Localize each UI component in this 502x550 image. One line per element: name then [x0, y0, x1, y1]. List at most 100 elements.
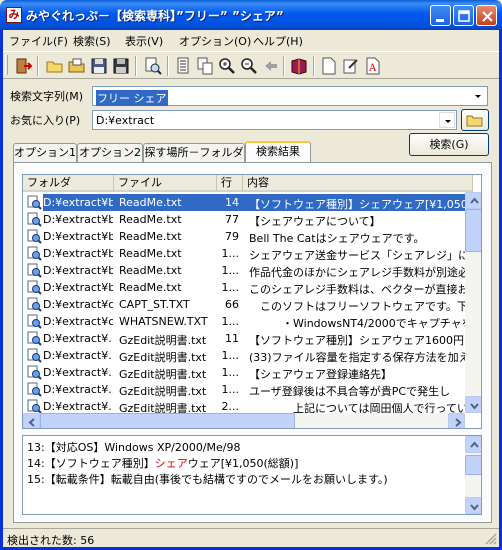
column-header-file[interactable]: ファイル: [114, 175, 217, 192]
open-file-icon[interactable]: [67, 56, 87, 76]
find-result-icon: [27, 365, 42, 380]
search-combobox[interactable]: フリー シェア: [92, 86, 488, 106]
search-button[interactable]: 検索(G): [409, 133, 489, 156]
pdf-icon[interactable]: A: [363, 56, 383, 76]
menu-search[interactable]: 検索(S): [73, 33, 111, 49]
book-icon[interactable]: [289, 56, 309, 76]
new-document-icon[interactable]: [319, 56, 339, 76]
scroll-thumb[interactable]: [465, 209, 481, 252]
exit-icon[interactable]: [13, 56, 33, 76]
back-arrow-icon[interactable]: [261, 56, 281, 76]
cell-folder: D:¥extract¥...: [43, 349, 113, 362]
cell-line: 14: [225, 196, 239, 209]
result-row[interactable]: D:¥extract¥... GzEdit説明書.txt 11 【ソフトウェア種別】シ…: [23, 330, 479, 347]
close-button[interactable]: [476, 5, 497, 26]
find-result-icon: [27, 382, 42, 397]
find-result-icon: [27, 280, 42, 295]
tab-search-results[interactable]: 検索結果: [245, 141, 311, 163]
cell-file: GzEdit説明書.txt: [119, 351, 207, 364]
toolbar-separator: [283, 56, 285, 76]
miyagrep-app-icon[interactable]: み: [6, 7, 22, 23]
result-row[interactable]: D:¥extract¥... GzEdit説明書.txt 1... 【シェアウェア登録…: [23, 364, 475, 381]
cell-file: GzEdit説明書.txt: [119, 385, 207, 398]
scroll-down-button[interactable]: [465, 396, 481, 413]
folder-icon: [466, 115, 483, 127]
tab-option2[interactable]: オプション2: [77, 143, 143, 163]
toolbar-grip[interactable]: [5, 55, 8, 75]
cell-content: このソフトはフリーソフトウェアです。下記のコン: [259, 300, 479, 313]
result-row[interactable]: D:¥extract¥b... ReadMe.txt 14 【ソフトウェア種別】シェア…: [23, 194, 479, 211]
tab-option1[interactable]: オプション1: [13, 143, 77, 163]
find-result-icon: [27, 229, 42, 244]
column-header-content[interactable]: 内容: [243, 175, 473, 192]
result-row[interactable]: D:¥extract¥b... ReadMe.txt 1... シェアウェア送金サービ…: [23, 245, 479, 262]
open-folder-icon[interactable]: [45, 56, 65, 76]
cell-folder: D:¥extract¥...: [43, 332, 113, 345]
scroll-right-button[interactable]: [448, 413, 465, 428]
minimize-button[interactable]: [430, 5, 451, 26]
results-listview[interactable]: フォルダ ファイル 行 内容 D:¥extract¥b... ReadMe.txt…: [22, 174, 482, 429]
browse-folder-button[interactable]: [461, 109, 489, 131]
preview-pane[interactable]: 13:【対応OS】Windows XP/2000/Me/98 14:【ソフトウェ…: [22, 435, 482, 515]
menu-help[interactable]: ヘルプ(H): [253, 33, 303, 49]
resize-grip-icon[interactable]: [484, 532, 497, 545]
find-result-icon: [27, 212, 42, 227]
favorites-combobox[interactable]: D:¥extract: [92, 110, 457, 130]
toolbar-separator: [37, 56, 39, 76]
cell-line: 79: [225, 230, 239, 243]
zoom-in-icon[interactable]: [217, 56, 237, 76]
cell-content: (33)ファイル容量を指定する保存方法を加え: [249, 351, 470, 364]
results-horizontal-scrollbar[interactable]: [23, 413, 465, 428]
result-row[interactable]: D:¥extract¥b... ReadMe.txt 79 Bell The Catは…: [23, 228, 475, 245]
scroll-up-button[interactable]: [465, 436, 481, 453]
results-vertical-scrollbar[interactable]: [465, 192, 481, 413]
edit-icon[interactable]: [341, 56, 361, 76]
maximize-button[interactable]: [453, 5, 474, 26]
result-row[interactable]: D:¥extract¥... GzEdit説明書.txt 1... ユーザ登録後は不具…: [23, 381, 475, 398]
result-row[interactable]: D:¥extract¥c... WHATSNEW.TXT 1... ・Windows…: [23, 313, 479, 330]
result-row[interactable]: D:¥extract¥... GzEdit説明書.txt 1... (33)ファイル容…: [23, 347, 475, 364]
zoom-out-icon[interactable]: [239, 56, 259, 76]
copy-list-icon[interactable]: [173, 56, 193, 76]
column-header-line[interactable]: 行: [217, 175, 243, 192]
cell-folder: D:¥extract¥...: [43, 366, 113, 379]
status-bar: 検出された数: 56: [3, 528, 499, 547]
cell-file: ReadMe.txt: [119, 196, 182, 209]
copy-icon[interactable]: [195, 56, 215, 76]
cell-file: ReadMe.txt: [119, 230, 182, 243]
search-input[interactable]: フリー シェア: [96, 90, 168, 106]
result-row[interactable]: D:¥extract¥b... ReadMe.txt 1... このシェアレジ手数料は…: [23, 279, 479, 296]
scroll-down-button[interactable]: [465, 497, 481, 514]
menu-options[interactable]: オプション(O): [179, 33, 251, 49]
column-header-folder[interactable]: フォルダ: [23, 175, 114, 192]
result-row[interactable]: D:¥extract¥b... ReadMe.txt 77 【シェアウェアについて】: [23, 211, 475, 228]
cell-content: ・WindowsNT4/2000でキャプチャを行うと: [281, 317, 479, 330]
cell-folder: D:¥extract¥...: [43, 383, 113, 396]
cell-file: ReadMe.txt: [119, 281, 182, 294]
menu-view[interactable]: 表示(V): [125, 33, 163, 49]
cell-folder: D:¥extract¥c...: [43, 315, 113, 328]
scroll-up-button[interactable]: [465, 192, 481, 209]
cell-content: 【ソフトウェア種別】シェアウェア[¥1,050(総額)]: [249, 198, 479, 211]
favorites-dropdown-button[interactable]: [439, 112, 455, 128]
result-row[interactable]: D:¥extract¥b... ReadMe.txt 1... 作品代金のほかにシェア…: [23, 262, 475, 279]
cell-folder: D:¥extract¥b...: [43, 281, 113, 294]
tab-search-location[interactable]: 探す場所－フォルダ: [143, 143, 245, 163]
tab-strip: オプション1 オプション2 探す場所－フォルダ 検索結果: [13, 141, 311, 163]
save-icon[interactable]: [89, 56, 109, 76]
favorites-input[interactable]: D:¥extract: [96, 114, 154, 127]
cell-content: 【シェアウェアについて】: [249, 215, 381, 228]
scroll-left-button[interactable]: [23, 413, 40, 428]
find-icon[interactable]: [143, 56, 163, 76]
save-as-icon[interactable]: [111, 56, 131, 76]
menu-file[interactable]: ファイル(F): [9, 33, 68, 49]
scroll-thumb[interactable]: [465, 455, 481, 475]
search-dropdown-button[interactable]: [470, 88, 486, 104]
horizontal-scroll-thumb[interactable]: [40, 413, 295, 428]
find-result-icon: [27, 399, 42, 414]
search-label: 検索文字列(M): [10, 90, 84, 103]
chevron-down-icon: [470, 504, 479, 511]
cell-file: CAPT_ST.TXT: [119, 298, 190, 311]
result-row[interactable]: D:¥extract¥c... CAPT_ST.TXT 66 このソフトはフリーソフ…: [23, 296, 479, 313]
preview-vertical-scrollbar[interactable]: [465, 436, 481, 514]
